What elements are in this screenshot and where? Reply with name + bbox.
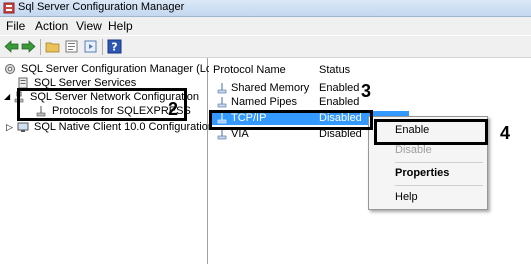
callout-number-3: 3 [361, 81, 372, 101]
protocol-name: Shared Memory [231, 82, 310, 94]
callout-number-2: 2 [168, 99, 179, 119]
export-list-icon[interactable] [83, 39, 98, 54]
forward-arrow-icon[interactable] [21, 39, 36, 54]
toolbar-separator [40, 39, 41, 55]
callout-box-2 [17, 88, 187, 121]
menu-separator [395, 185, 483, 186]
svg-text:?: ? [111, 41, 117, 54]
up-folder-icon[interactable] [45, 39, 60, 54]
callout-box-4 [374, 119, 488, 145]
app-icon [3, 2, 15, 14]
collapse-triangle-icon[interactable]: ◢ [4, 93, 10, 101]
column-header-protocol-name[interactable]: Protocol Name [213, 62, 286, 78]
native-client-icon [17, 122, 29, 132]
menu-view[interactable]: View [76, 19, 102, 33]
menu-separator [395, 162, 483, 163]
properties-icon[interactable] [64, 39, 79, 54]
protocol-status: Enabled [319, 96, 360, 108]
callout-box-3 [209, 110, 373, 130]
help-icon[interactable]: ? [107, 39, 122, 54]
menu-item-properties[interactable]: Properties [369, 164, 487, 182]
configuration-manager-icon [5, 64, 15, 74]
protocol-icon [217, 83, 227, 94]
menu-item-label: Properties [395, 167, 450, 179]
window-title: Sql Server Configuration Manager [18, 1, 185, 13]
title-bar: Sql Server Configuration Manager [0, 0, 531, 17]
menu-item-label: Help [395, 191, 418, 203]
tree-label: SQL Native Client 10.0 Configuration [34, 121, 214, 133]
callout-number-4: 4 [500, 123, 511, 143]
menu-item-help[interactable]: Help [369, 188, 487, 206]
column-header-status[interactable]: Status [319, 62, 350, 78]
toolbar: ? [0, 36, 531, 58]
back-arrow-icon[interactable] [4, 39, 19, 54]
expand-triangle-icon[interactable]: ▷ [6, 120, 13, 134]
menu-help[interactable]: Help [108, 19, 133, 33]
menu-action[interactable]: Action [35, 19, 68, 33]
menu-bar: File Action View Help [0, 17, 531, 35]
tree-label: SQL Server Configuration Manager (Local) [21, 63, 230, 75]
toolbar-separator [102, 39, 103, 55]
protocol-name: Named Pipes [231, 96, 298, 108]
menu-file[interactable]: File [6, 19, 25, 33]
protocol-icon [217, 97, 227, 108]
protocol-status: Enabled [319, 82, 360, 94]
